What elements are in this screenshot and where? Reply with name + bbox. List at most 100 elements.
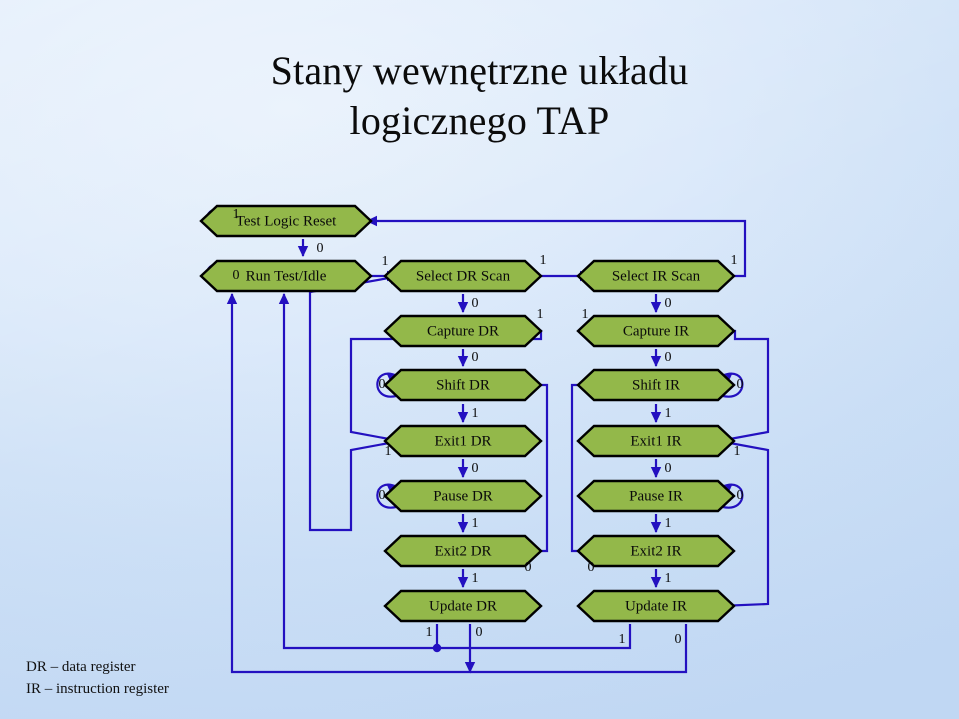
edge-label-exit2dr-update: 1 xyxy=(472,571,479,586)
edge-label-exit1dr-pause: 0 xyxy=(472,461,479,476)
edge-label-shiftdr-self: 0 xyxy=(379,377,386,392)
arrowhead-glyph xyxy=(650,577,662,588)
arrowhead-glyph xyxy=(457,412,469,423)
legend-line-dr: DR – data register xyxy=(26,659,136,675)
arrowhead-glyph xyxy=(278,293,290,304)
edge-label-capdr-to-shiftdr: 0 xyxy=(472,350,479,365)
state-node-selir[interactable]: Select IR Scan xyxy=(576,259,736,293)
state-node-tlr[interactable]: Test Logic Reset xyxy=(199,204,373,238)
state-node-label: Select DR Scan xyxy=(416,268,511,284)
state-node-exit2ir[interactable]: Exit2 IR xyxy=(576,534,736,568)
arrow-shiftir-e1 xyxy=(650,412,662,423)
state-node-label: Exit1 IR xyxy=(630,433,681,449)
arrowhead-glyph xyxy=(297,246,309,257)
wire-exit2ir-to-shiftir xyxy=(570,383,618,553)
state-node-exit1dr[interactable]: Exit1 DR xyxy=(383,424,543,458)
arrow-e1ir-pause xyxy=(650,467,662,478)
edge-label-pausedr-self: 0 xyxy=(379,488,386,503)
page-title: Stany wewnętrzne układu logicznego TAP xyxy=(0,46,959,145)
arrowhead-glyph xyxy=(650,356,662,367)
state-node-label: Select IR Scan xyxy=(612,268,701,284)
edge-label-capdr-exit1: 1 xyxy=(537,307,544,322)
arrowhead-glyph xyxy=(457,467,469,478)
edge-label-exit1ir-pause: 0 xyxy=(665,461,672,476)
state-node-label: Capture DR xyxy=(427,323,499,339)
state-node-capir[interactable]: Capture IR xyxy=(576,314,736,348)
arrowhead-glyph xyxy=(457,356,469,367)
edge-label-tlr-to-rti: 0 xyxy=(317,241,324,256)
state-node-capdr[interactable]: Capture DR xyxy=(383,314,543,348)
edge-label-selir-to-tlr: 1 xyxy=(731,253,738,268)
arrow-e2dr-upd xyxy=(457,577,469,588)
state-node-label: Exit2 IR xyxy=(630,543,681,559)
edge-label-selir-to-capir: 0 xyxy=(665,296,672,311)
edge-label-pauseir-self: 0 xyxy=(737,488,744,503)
arrowhead-glyph xyxy=(457,577,469,588)
arrow-upd0-rti xyxy=(226,293,238,304)
state-node-label: Test Logic Reset xyxy=(236,213,337,229)
edge-label-exit1dr-seldr: 1 xyxy=(385,444,392,459)
arrow-e2ir-upd xyxy=(650,577,662,588)
arrow-seldr-capdr xyxy=(457,302,469,313)
arrowhead-glyph xyxy=(650,412,662,423)
edge-label-exit2ir-update: 1 xyxy=(665,571,672,586)
edge-label-updateir-zero: 0 xyxy=(675,632,682,647)
state-node-pausedr[interactable]: Pause DR xyxy=(383,479,543,513)
edge-label-rti-self: 0 xyxy=(233,268,240,283)
arrow-shiftdr-e1 xyxy=(457,412,469,423)
edge-label-updateir-one: 1 xyxy=(619,632,626,647)
state-node-seldr[interactable]: Select DR Scan xyxy=(383,259,543,293)
arrow-capdr-shiftdr xyxy=(457,356,469,367)
state-node-label: Exit2 DR xyxy=(434,543,491,559)
state-node-shiftdr[interactable]: Shift DR xyxy=(383,368,543,402)
edge-label-seldr-to-selir: 1 xyxy=(540,253,547,268)
title-line-1: Stany wewnętrzne układu xyxy=(270,48,689,93)
edge-label-capir-exit1: 1 xyxy=(582,307,589,322)
edge-label-updatedr-zero: 0 xyxy=(476,625,483,640)
state-node-updateir[interactable]: Update IR xyxy=(576,589,736,623)
state-node-label: Update DR xyxy=(429,598,497,614)
arrow-tlr-to-rti xyxy=(297,246,309,257)
edge-label-exit2ir-shiftir: 0 xyxy=(588,560,595,575)
state-node-exit2dr[interactable]: Exit2 DR xyxy=(383,534,543,568)
arrowhead-glyph xyxy=(457,302,469,313)
arrowhead-glyph xyxy=(650,522,662,533)
state-node-label: Shift IR xyxy=(632,377,680,393)
legend: DR – data register IR – instruction regi… xyxy=(26,657,169,701)
state-node-updatedr[interactable]: Update DR xyxy=(383,589,543,623)
state-node-label: Shift DR xyxy=(436,377,490,393)
arrow-capir-shiftir xyxy=(650,356,662,367)
state-node-shiftir[interactable]: Shift IR xyxy=(576,368,736,402)
edge-label-pauseir-exit2: 1 xyxy=(665,516,672,531)
state-node-exit1ir[interactable]: Exit1 IR xyxy=(576,424,736,458)
state-node-pauseir[interactable]: Pause IR xyxy=(576,479,736,513)
arrowhead-glyph xyxy=(650,467,662,478)
edge-label-pausedr-exit2: 1 xyxy=(472,516,479,531)
wire-exit1dr-to-seldr xyxy=(308,274,401,532)
arrow-pauseir-e2 xyxy=(650,522,662,533)
edge-label-tlr-self: 1 xyxy=(233,207,240,222)
arrow-e1dr-pause xyxy=(457,467,469,478)
wire-exit1ir-to-selir xyxy=(718,439,770,608)
state-node-label: Update IR xyxy=(625,598,687,614)
edge-label-shiftir-self: 0 xyxy=(737,377,744,392)
arrowhead-glyph xyxy=(650,302,662,313)
edge-label-seldr-to-capdr: 0 xyxy=(472,296,479,311)
edge-label-exit1ir-selir: 1 xyxy=(734,444,741,459)
arrowhead-glyph xyxy=(457,522,469,533)
arrow-selir-capir xyxy=(650,302,662,313)
edge-label-rti-to-seldr: 1 xyxy=(382,254,389,269)
state-node-label: Pause IR xyxy=(629,488,683,504)
edge-label-shiftdr-exit1: 1 xyxy=(472,406,479,421)
junction-update-one xyxy=(432,643,442,653)
arrow-upd-rti xyxy=(278,293,290,304)
edge-label-capir-to-shiftir: 0 xyxy=(665,350,672,365)
edge-label-shiftir-exit1: 1 xyxy=(665,406,672,421)
wire-exit2dr-to-shiftdr xyxy=(500,383,549,553)
edge-label-exit2dr-shiftdr: 0 xyxy=(525,560,532,575)
state-node-label: Pause DR xyxy=(433,488,493,504)
junctions-layer xyxy=(432,643,442,653)
state-node-label: Exit1 DR xyxy=(434,433,491,449)
state-node-rti[interactable]: Run Test/Idle xyxy=(199,259,373,293)
slide-canvas: Stany wewnętrzne układu logicznego TAP T… xyxy=(0,0,959,719)
